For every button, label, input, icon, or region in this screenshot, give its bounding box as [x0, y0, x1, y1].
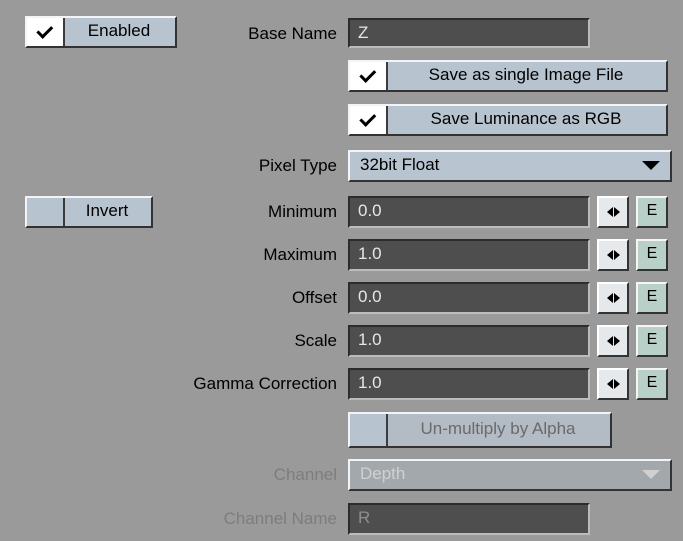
triangle-down-icon	[642, 470, 660, 479]
checkmark-icon	[350, 106, 388, 134]
maximum-drag-button[interactable]	[597, 239, 629, 271]
pixel-type-label: Pixel Type	[258, 156, 337, 175]
base-name-label: Base Name	[248, 24, 337, 43]
minimum-input[interactable]: 0.0	[348, 196, 590, 228]
triangle-down-icon	[642, 161, 660, 170]
maximum-label: Maximum	[263, 245, 337, 264]
minimum-envelope-button[interactable]: E	[636, 196, 668, 228]
gamma-correction-label: Gamma Correction	[193, 374, 337, 393]
offset-envelope-button[interactable]: E	[636, 282, 668, 314]
checkmark-icon	[350, 62, 388, 90]
left-right-arrows-icon	[606, 336, 620, 346]
offset-input[interactable]: 0.0	[348, 282, 590, 314]
scale-input[interactable]: 1.0	[348, 325, 590, 357]
checkmark-icon	[27, 18, 65, 46]
channel-dropdown[interactable]: Depth	[348, 459, 672, 491]
offset-drag-button[interactable]	[597, 282, 629, 314]
save-luminance-label: Save Luminance as RGB	[430, 109, 622, 128]
unmultiply-alpha-toggle[interactable]: Un-multiply by Alpha	[348, 412, 612, 448]
channel-value: Depth	[360, 464, 406, 483]
left-right-arrows-icon	[606, 293, 620, 303]
enabled-toggle[interactable]: Enabled	[25, 16, 177, 48]
scale-envelope-button[interactable]: E	[636, 325, 668, 357]
maximum-input[interactable]: 1.0	[348, 239, 590, 271]
gamma-correction-drag-button[interactable]	[597, 368, 629, 400]
checkbox-empty	[27, 198, 65, 226]
gamma-correction-envelope-button[interactable]: E	[636, 368, 668, 400]
offset-label: Offset	[291, 288, 337, 307]
maximum-envelope-button[interactable]: E	[636, 239, 668, 271]
scale-label: Scale	[294, 331, 337, 350]
base-name-input[interactable]: Z	[348, 18, 590, 48]
channel-name-label: Channel Name	[223, 509, 337, 528]
invert-toggle[interactable]: Invert	[25, 196, 153, 228]
unmultiply-alpha-label: Un-multiply by Alpha	[420, 419, 576, 438]
left-right-arrows-icon	[606, 207, 620, 217]
checkbox-empty	[350, 414, 388, 446]
channel-label: Channel	[273, 465, 337, 484]
left-right-arrows-icon	[606, 250, 620, 260]
channel-name-input[interactable]: R	[348, 503, 590, 535]
scale-drag-button[interactable]	[597, 325, 629, 357]
minimum-drag-button[interactable]	[597, 196, 629, 228]
invert-label: Invert	[85, 201, 129, 220]
pixel-type-dropdown[interactable]: 32bit Float	[348, 150, 672, 182]
save-single-image-label: Save as single Image File	[428, 65, 624, 84]
gamma-correction-input[interactable]: 1.0	[348, 368, 590, 400]
left-right-arrows-icon	[606, 379, 620, 389]
save-single-image-toggle[interactable]: Save as single Image File	[348, 60, 668, 92]
minimum-label: Minimum	[268, 202, 337, 221]
enabled-label: Enabled	[87, 21, 151, 40]
pixel-type-value: 32bit Float	[360, 155, 440, 174]
save-luminance-toggle[interactable]: Save Luminance as RGB	[348, 104, 668, 136]
